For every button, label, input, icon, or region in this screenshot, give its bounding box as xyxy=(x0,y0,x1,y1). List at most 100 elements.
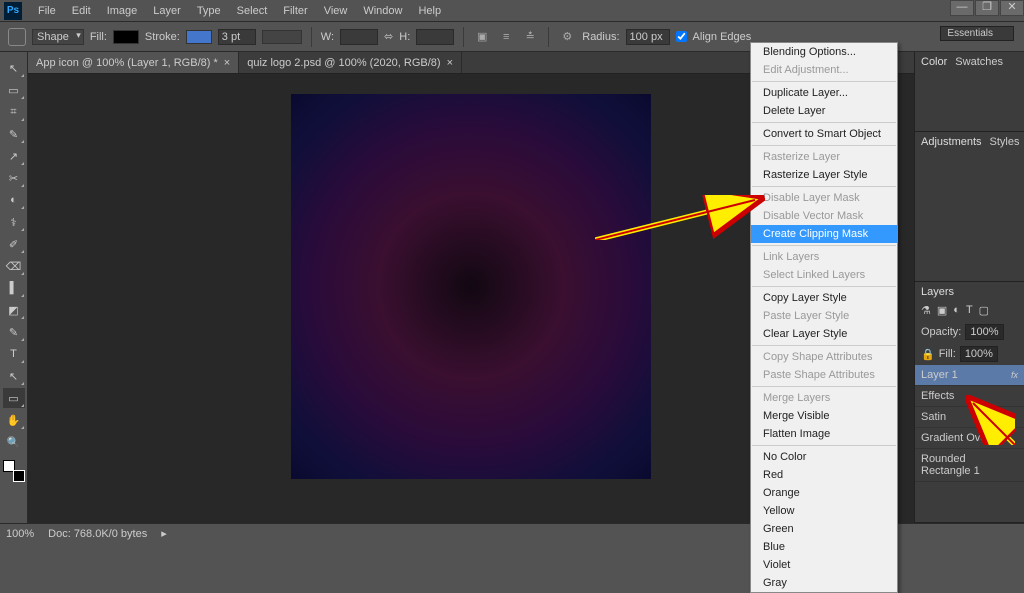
tab-title: quiz logo 2.psd @ 100% (2020, RGB/8) xyxy=(247,57,440,69)
right-panel-dock: Color Swatches Adjustments Styles Layers… xyxy=(914,52,1024,523)
marquee-tool[interactable]: ▭ xyxy=(3,80,25,100)
minimize-button[interactable]: — xyxy=(950,0,974,16)
type-icon[interactable]: T xyxy=(966,304,973,317)
layer-effect-row[interactable]: Satin xyxy=(915,407,1024,428)
height-field[interactable] xyxy=(416,29,454,45)
healing-tool[interactable]: ◐ xyxy=(3,190,25,210)
tab-close-icon[interactable]: × xyxy=(447,57,453,69)
document-tab-inactive[interactable]: quiz logo 2.psd @ 100% (2020, RGB/8) × xyxy=(239,52,462,73)
image-icon[interactable]: ▣ xyxy=(937,304,947,317)
layer-effect-row[interactable]: Gradient Overlay xyxy=(915,428,1024,449)
menu-edit[interactable]: Edit xyxy=(64,5,99,17)
doc-size[interactable]: Doc: 768.0K/0 bytes xyxy=(48,528,147,540)
gradient-tool[interactable]: ▌ xyxy=(3,278,25,298)
wand-tool[interactable]: ✎ xyxy=(3,124,25,144)
context-menu-item[interactable]: Delete Layer xyxy=(751,102,897,120)
menu-select[interactable]: Select xyxy=(229,5,276,17)
context-menu-item[interactable]: Green xyxy=(751,520,897,538)
separator xyxy=(548,27,549,47)
menu-window[interactable]: Window xyxy=(355,5,410,17)
zoom-tool[interactable]: 🔍 xyxy=(3,432,25,452)
align-edges-checkbox[interactable] xyxy=(676,31,687,42)
stroke-style-dropdown[interactable] xyxy=(262,30,302,44)
close-button[interactable]: ✕ xyxy=(1000,0,1024,16)
filter-icon[interactable]: ⚗ xyxy=(921,304,931,317)
context-menu-item[interactable]: Create Clipping Mask xyxy=(751,225,897,243)
lock-icon[interactable]: 🔒 xyxy=(921,348,935,361)
context-menu-item[interactable]: Gray xyxy=(751,574,897,592)
context-menu-item[interactable]: Flatten Image xyxy=(751,425,897,443)
context-menu-item[interactable]: Red xyxy=(751,466,897,484)
status-arrow-icon[interactable]: ▸ xyxy=(161,527,167,540)
context-menu-item[interactable]: Clear Layer Style xyxy=(751,325,897,343)
align-icon[interactable]: ≡ xyxy=(497,28,515,46)
adjustments-tab[interactable]: Adjustments xyxy=(921,136,982,148)
menu-file[interactable]: File xyxy=(30,5,64,17)
menu-filter[interactable]: Filter xyxy=(275,5,315,17)
move-tool[interactable]: ↖ xyxy=(3,58,25,78)
color-tab[interactable]: Color xyxy=(921,56,947,68)
context-menu-item[interactable]: Merge Visible xyxy=(751,407,897,425)
stroke-width-field[interactable]: 3 pt xyxy=(218,29,256,45)
type-tool[interactable]: T xyxy=(3,344,25,364)
shape-mode-dropdown[interactable]: Shape xyxy=(32,29,84,45)
eraser-tool[interactable]: ⌫ xyxy=(3,256,25,276)
eyedropper-tool[interactable]: ✂ xyxy=(3,168,25,188)
zoom-level[interactable]: 100% xyxy=(6,528,34,540)
workspace-switcher[interactable]: Essentials xyxy=(940,26,1014,41)
menu-help[interactable]: Help xyxy=(410,5,449,17)
layer-effect-row[interactable]: Effects xyxy=(915,386,1024,407)
gear-icon[interactable]: ⚙ xyxy=(558,28,576,46)
menu-layer[interactable]: Layer xyxy=(145,5,189,17)
hand-tool[interactable]: ✋ xyxy=(3,410,25,430)
artboard[interactable] xyxy=(291,94,651,479)
width-field[interactable] xyxy=(340,29,378,45)
shape-icon[interactable]: ▢ xyxy=(979,304,989,317)
radius-field[interactable]: 100 px xyxy=(626,29,670,45)
opacity-value[interactable]: 100% xyxy=(965,324,1003,340)
tab-close-icon[interactable]: × xyxy=(224,57,230,69)
layer-row[interactable]: Layer 1 fx xyxy=(915,365,1024,386)
fx-badge[interactable]: fx xyxy=(1011,370,1018,380)
layer-list: Layer 1 fx Effects Satin Gradient Overla… xyxy=(915,365,1024,482)
layer-name: Rounded Rectangle 1 xyxy=(921,453,1018,477)
context-menu-item[interactable]: Orange xyxy=(751,484,897,502)
arrange-icon[interactable]: ≛ xyxy=(521,28,539,46)
link-wh-icon[interactable]: ⬄ xyxy=(384,30,393,43)
swatches-tab[interactable]: Swatches xyxy=(955,56,1003,68)
menu-view[interactable]: View xyxy=(316,5,356,17)
dodge-tool[interactable]: ◩ xyxy=(3,300,25,320)
context-menu-item[interactable]: Blending Options... xyxy=(751,43,897,61)
adjust-icon[interactable]: ◐ xyxy=(953,304,960,317)
fill-value[interactable]: 100% xyxy=(960,346,998,362)
pen-tool[interactable]: ✎ xyxy=(3,322,25,342)
path-ops-icon[interactable]: ▣ xyxy=(473,28,491,46)
context-menu-item[interactable]: Violet xyxy=(751,556,897,574)
menu-image[interactable]: Image xyxy=(99,5,146,17)
crop-tool[interactable]: ↗ xyxy=(3,146,25,166)
tool-preset-icon[interactable] xyxy=(8,28,26,46)
stamp-tool[interactable]: ✐ xyxy=(3,234,25,254)
menu-separator xyxy=(752,345,896,346)
fill-swatch[interactable] xyxy=(113,30,139,44)
context-menu-item[interactable]: Duplicate Layer... xyxy=(751,84,897,102)
layers-tab[interactable]: Layers xyxy=(921,286,954,298)
maximize-button[interactable]: ❐ xyxy=(975,0,999,16)
fg-bg-colors[interactable] xyxy=(3,460,25,482)
context-menu-item[interactable]: Blue xyxy=(751,538,897,556)
lasso-tool[interactable]: ⌗ xyxy=(3,102,25,122)
shape-tool[interactable]: ▭ xyxy=(3,388,25,408)
stroke-swatch[interactable] xyxy=(186,30,212,44)
context-menu-item[interactable]: Convert to Smart Object xyxy=(751,125,897,143)
context-menu-item[interactable]: Copy Layer Style xyxy=(751,289,897,307)
context-menu-item[interactable]: No Color xyxy=(751,448,897,466)
path-select-tool[interactable]: ↖ xyxy=(3,366,25,386)
layer-row[interactable]: Rounded Rectangle 1 xyxy=(915,449,1024,482)
menu-type[interactable]: Type xyxy=(189,5,229,17)
context-menu-item[interactable]: Yellow xyxy=(751,502,897,520)
stroke-label: Stroke: xyxy=(145,31,180,43)
context-menu-item[interactable]: Rasterize Layer Style xyxy=(751,166,897,184)
brush-tool[interactable]: ⚕ xyxy=(3,212,25,232)
styles-tab[interactable]: Styles xyxy=(990,136,1020,148)
document-tab-active[interactable]: App icon @ 100% (Layer 1, RGB/8) * × xyxy=(28,52,239,73)
